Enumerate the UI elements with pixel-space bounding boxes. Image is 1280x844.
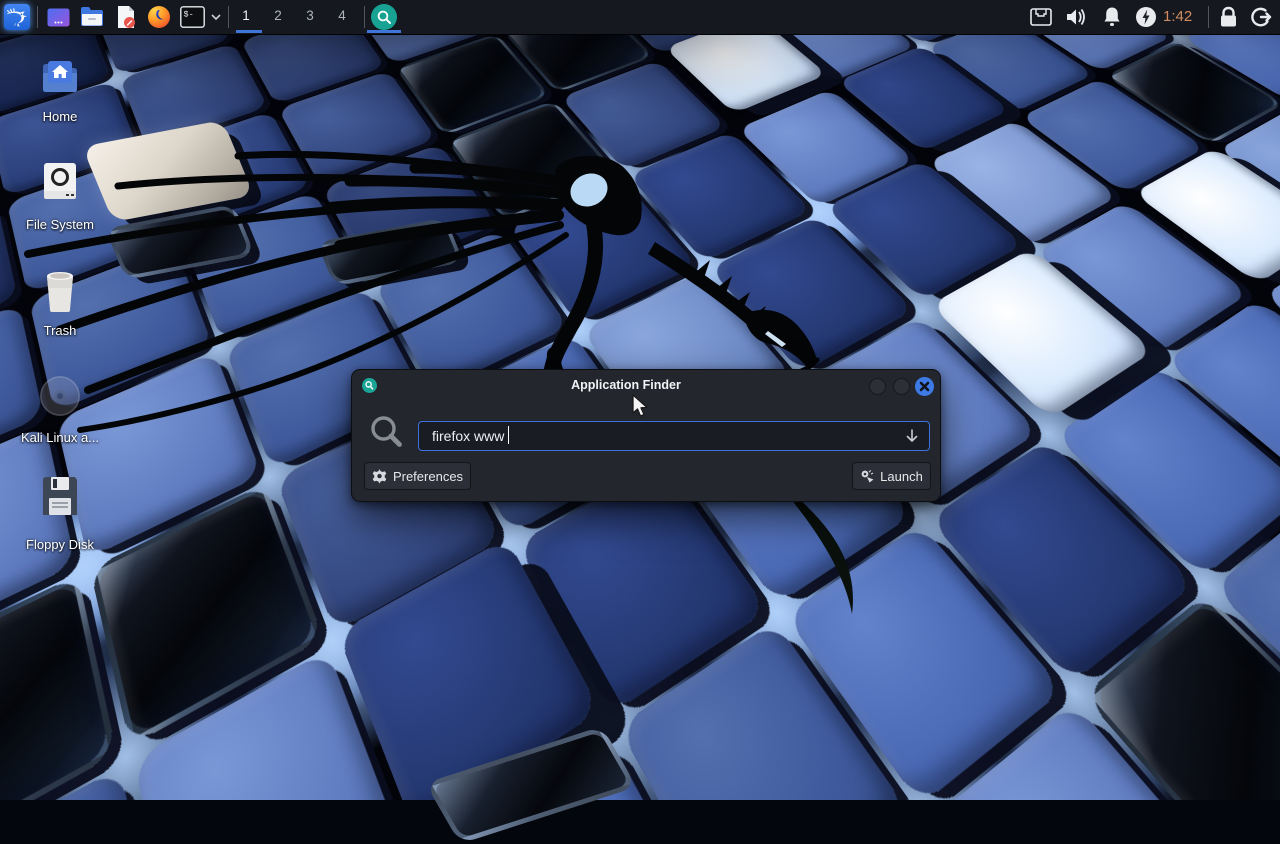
svg-text:$-: $- bbox=[184, 10, 194, 20]
